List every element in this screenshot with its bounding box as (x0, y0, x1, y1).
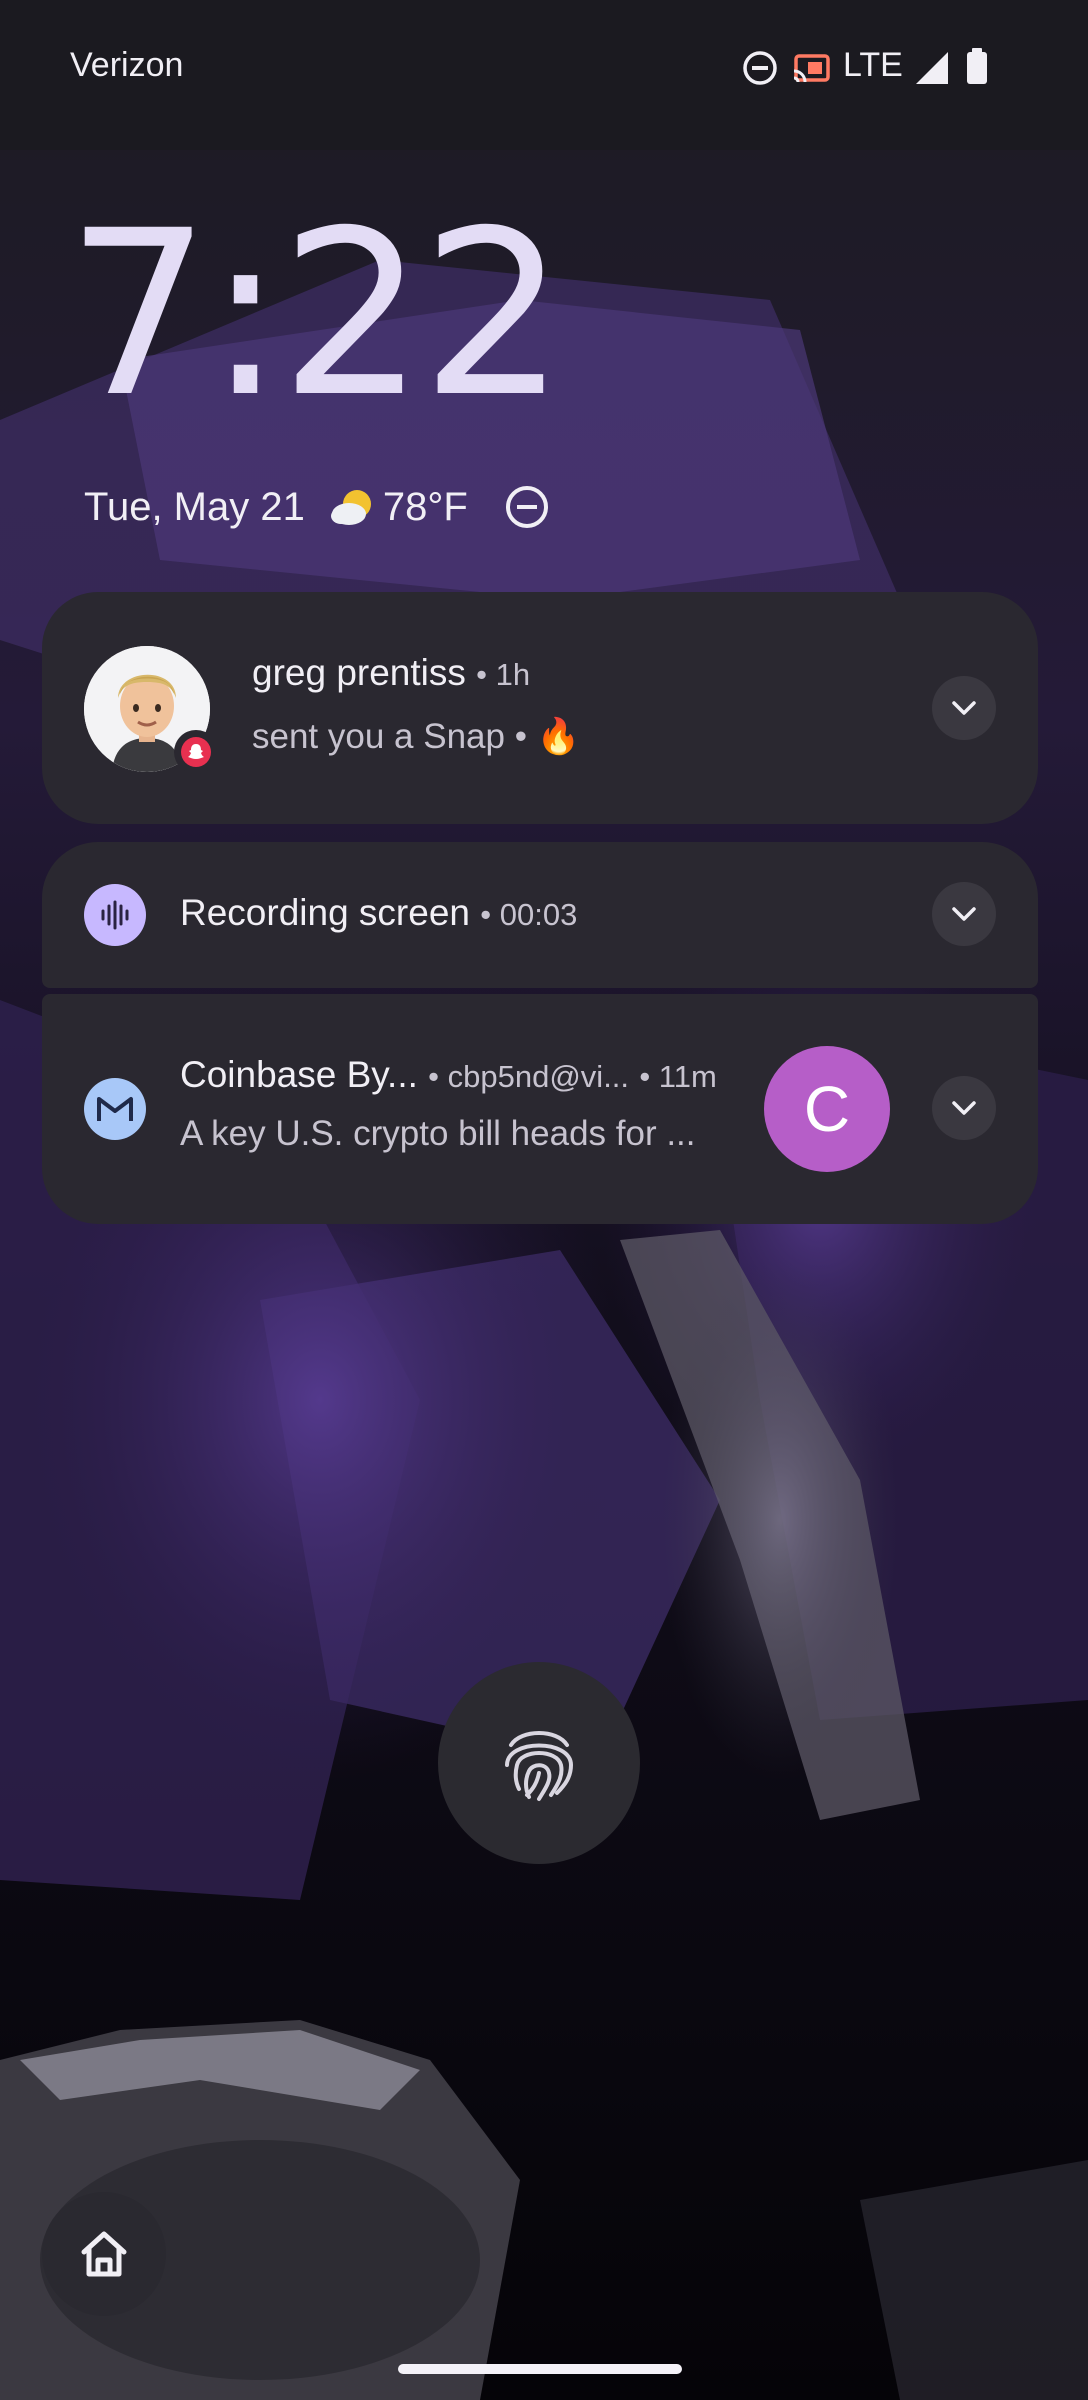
expand-button[interactable] (932, 676, 996, 740)
snapchat-badge-icon (174, 730, 218, 774)
notification-title: Recording screen • 00:03 (180, 892, 577, 934)
notification-card-email[interactable]: Coinbase By... • cbp5nd@vi... • 11m A ke… (42, 994, 1038, 1224)
carrier-label: Verizon (70, 46, 184, 84)
notification-card-snapchat[interactable]: greg prentiss • 1h sent you a Snap • 🔥 (42, 592, 1038, 824)
email-account: • cbp5nd@vi... (428, 1059, 630, 1094)
email-sender: Coinbase By... (180, 1054, 418, 1095)
sender-avatar: C (764, 1046, 890, 1172)
network-type-label: LTE (843, 46, 903, 84)
lockscreen-clock: 7:22 (66, 181, 566, 447)
fingerprint-icon (505, 1731, 574, 1801)
partly-cloudy-icon (327, 482, 377, 532)
notification-title: Coinbase By... • cbp5nd@vi... • 11m (180, 1054, 717, 1096)
gmail-icon (84, 1078, 146, 1140)
notification-title: greg prentiss • 1h (252, 652, 530, 694)
notification-time: • 11m (639, 1059, 717, 1094)
audio-waveform-icon (84, 884, 146, 946)
do-not-disturb-icon (504, 484, 550, 530)
fingerprint-sensor[interactable] (438, 1662, 640, 1864)
chevron-down-icon (952, 1101, 976, 1115)
expand-button[interactable] (932, 1076, 996, 1140)
sender-name: greg prentiss (252, 652, 466, 693)
signal-icon (914, 50, 950, 91)
notification-card-recording[interactable]: Recording screen • 00:03 (42, 842, 1038, 988)
battery-icon (964, 46, 990, 91)
gesture-navigation-handle[interactable] (398, 2364, 682, 2374)
home-controls-button[interactable] (42, 2192, 166, 2316)
cast-icon (790, 48, 834, 88)
do-not-disturb-icon (740, 48, 786, 88)
expand-button[interactable] (932, 882, 996, 946)
email-preview: A key U.S. crypto bill heads for ... (180, 1114, 696, 1153)
avatar-letter: C (803, 1073, 851, 1145)
date-weather-row: Tue, May 21 78°F (84, 482, 550, 532)
date-label: Tue, May 21 (84, 484, 305, 529)
chevron-down-icon (952, 701, 976, 715)
notification-body: sent you a Snap • 🔥 (252, 717, 581, 756)
temperature-label: 78°F (382, 484, 468, 529)
recording-duration: • 00:03 (480, 897, 578, 932)
home-icon (81, 2231, 127, 2277)
recording-title: Recording screen (180, 892, 470, 933)
notification-time: • 1h (476, 657, 531, 692)
chevron-down-icon (952, 907, 976, 921)
